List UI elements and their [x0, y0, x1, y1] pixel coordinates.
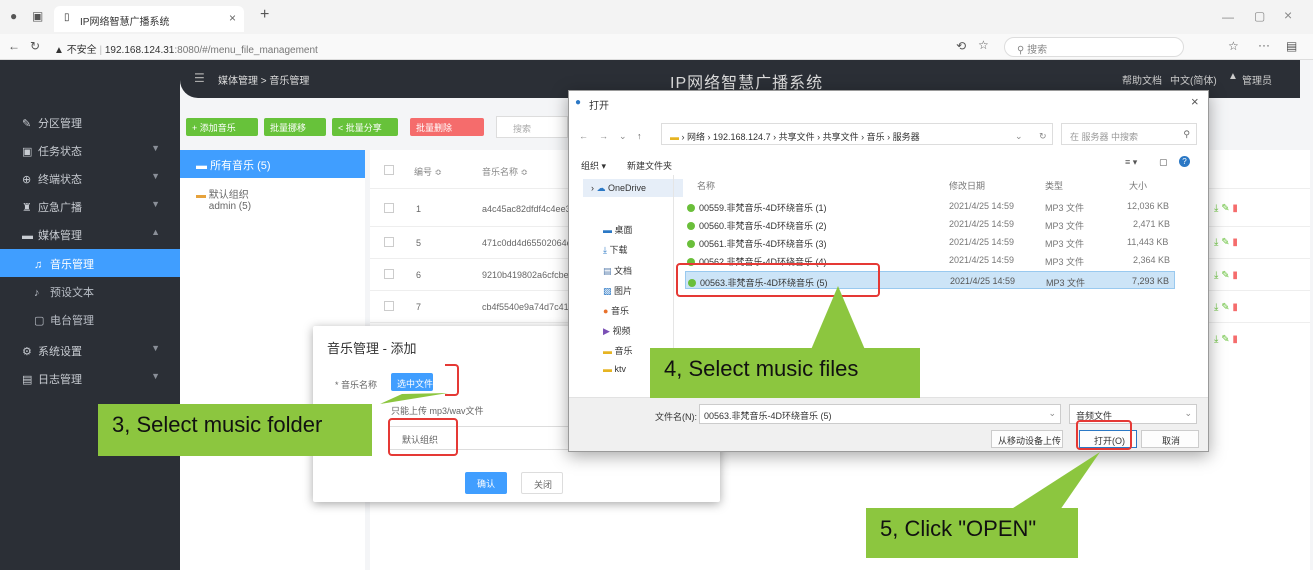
callout-4-pointer	[810, 286, 866, 352]
callout-step-5: 5, Click "OPEN"	[866, 508, 1078, 558]
callout-5-pointer	[1010, 452, 1100, 510]
callout-3-pointer	[380, 393, 448, 404]
callout-step-4: 4, Select music files	[650, 348, 920, 398]
callout-step-3: 3, Select music folder	[98, 404, 372, 456]
callout-arrows	[380, 286, 1100, 510]
